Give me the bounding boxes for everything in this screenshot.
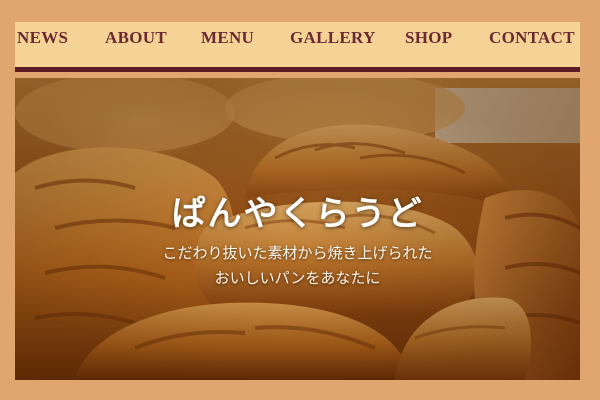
nav-item-contact[interactable]: CONTACT bbox=[489, 28, 575, 48]
hero-section: ぱんやくらうど こだわり抜いた素材から焼き上げられた おいしいパンをあなたに bbox=[15, 78, 580, 380]
nav-item-shop[interactable]: SHOP bbox=[405, 28, 453, 48]
hero-tagline-line-1: こだわり抜いた素材から焼き上げられた bbox=[162, 244, 433, 262]
hero-title: ぱんやくらうど bbox=[171, 194, 424, 234]
nav-item-menu[interactable]: MENU bbox=[201, 28, 254, 48]
nav-item-news[interactable]: NEWS bbox=[17, 28, 68, 48]
hero-tagline-line-2: おいしいパンをあなたに bbox=[214, 269, 381, 287]
nav-item-gallery[interactable]: GALLERY bbox=[290, 28, 376, 48]
nav-item-about[interactable]: ABOUT bbox=[105, 28, 167, 48]
site-header: NEWS ABOUT MENU GALLERY SHOP CONTACT bbox=[15, 22, 580, 72]
header-divider bbox=[15, 67, 580, 72]
page: NEWS ABOUT MENU GALLERY SHOP CONTACT ぱんや… bbox=[0, 0, 600, 400]
main-nav: NEWS ABOUT MENU GALLERY SHOP CONTACT bbox=[15, 22, 580, 66]
